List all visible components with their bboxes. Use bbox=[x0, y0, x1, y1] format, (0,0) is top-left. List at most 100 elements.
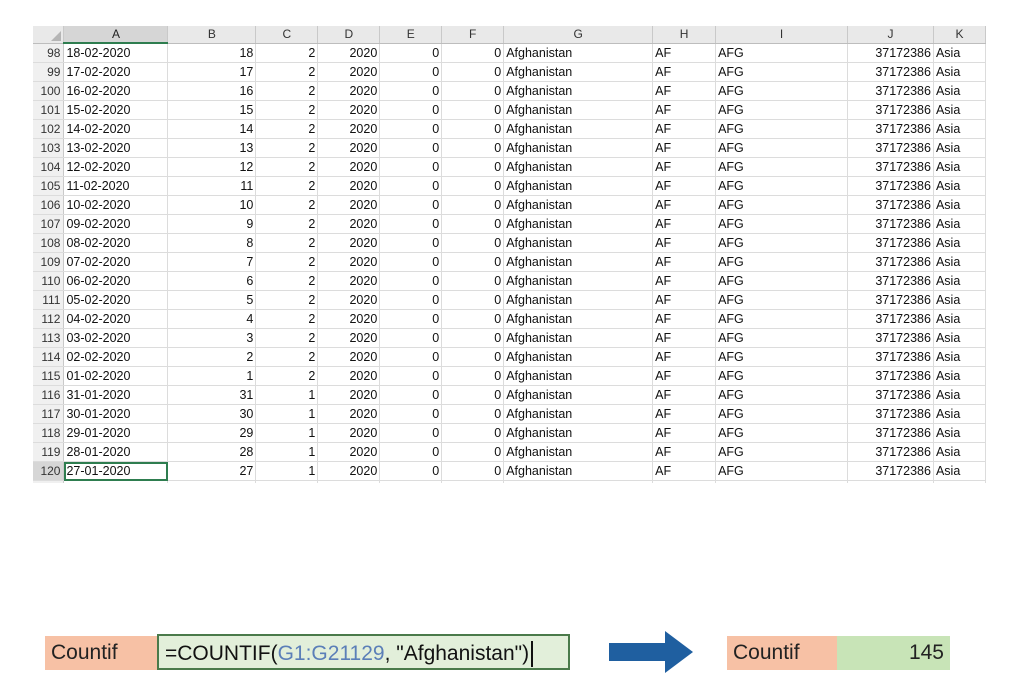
column-header-b[interactable]: B bbox=[167, 26, 257, 44]
cell-cases[interactable]: 0 bbox=[379, 157, 443, 177]
cell-continent[interactable]: Asia bbox=[933, 62, 986, 82]
cell-month[interactable]: 2 bbox=[255, 176, 319, 196]
cell-date[interactable]: 10-02-2020 bbox=[63, 195, 169, 215]
cell-deaths[interactable]: 0 bbox=[441, 138, 505, 158]
cell-date[interactable]: 30-01-2020 bbox=[63, 404, 169, 424]
cell-continent[interactable]: Asia bbox=[933, 43, 986, 63]
cell-country[interactable]: Afghanistan bbox=[503, 252, 654, 272]
cell-date[interactable]: 31-01-2020 bbox=[63, 385, 169, 405]
cell-deaths[interactable]: 0 bbox=[441, 423, 505, 443]
cell-day[interactable]: 26 bbox=[167, 480, 257, 483]
cell-country[interactable]: Afghanistan bbox=[503, 157, 654, 177]
cell-country-code[interactable]: AFG bbox=[715, 328, 848, 348]
cell-date[interactable]: 28-01-2020 bbox=[63, 442, 169, 462]
row-number[interactable]: 113 bbox=[33, 328, 65, 348]
cell-year[interactable]: 2020 bbox=[317, 347, 381, 367]
cell-country[interactable]: Afghanistan bbox=[503, 233, 654, 253]
cell-continent[interactable]: Asia bbox=[933, 195, 986, 215]
cell-population[interactable]: 37172386 bbox=[847, 100, 934, 120]
cell-month[interactable]: 2 bbox=[255, 43, 319, 63]
cell-day[interactable]: 31 bbox=[167, 385, 257, 405]
cell-deaths[interactable]: 0 bbox=[441, 271, 505, 291]
cell-cases[interactable]: 0 bbox=[379, 461, 443, 481]
cell-continent[interactable]: Asia bbox=[933, 252, 986, 272]
column-header-d[interactable]: D bbox=[317, 26, 381, 44]
row-number[interactable]: 106 bbox=[33, 195, 65, 215]
cell-country-code[interactable]: AFG bbox=[715, 62, 848, 82]
cell-continent[interactable]: Asia bbox=[933, 480, 986, 483]
cell-geo-id[interactable]: AF bbox=[652, 233, 717, 253]
cell-geo-id[interactable]: AF bbox=[652, 442, 717, 462]
cell-country-code[interactable]: AFG bbox=[715, 271, 848, 291]
cell-geo-id[interactable]: AF bbox=[652, 480, 717, 483]
row-number[interactable]: 98 bbox=[33, 43, 65, 63]
cell-month[interactable]: 2 bbox=[255, 119, 319, 139]
cell-geo-id[interactable]: AF bbox=[652, 100, 717, 120]
row-number[interactable]: 102 bbox=[33, 119, 65, 139]
cell-continent[interactable]: Asia bbox=[933, 233, 986, 253]
cell-deaths[interactable]: 0 bbox=[441, 461, 505, 481]
cell-date[interactable]: 27-01-2020 bbox=[63, 461, 169, 481]
cell-geo-id[interactable]: AF bbox=[652, 252, 717, 272]
cell-country-code[interactable]: AFG bbox=[715, 366, 848, 386]
row-number[interactable]: 107 bbox=[33, 214, 65, 234]
cell-country[interactable]: Afghanistan bbox=[503, 100, 654, 120]
cell-cases[interactable]: 0 bbox=[379, 43, 443, 63]
cell-population[interactable]: 37172386 bbox=[847, 461, 934, 481]
row-number[interactable]: 114 bbox=[33, 347, 65, 367]
cell-day[interactable]: 17 bbox=[167, 62, 257, 82]
cell-day[interactable]: 8 bbox=[167, 233, 257, 253]
cell-cases[interactable]: 0 bbox=[379, 62, 443, 82]
cell-continent[interactable]: Asia bbox=[933, 347, 986, 367]
cell-country[interactable]: Afghanistan bbox=[503, 43, 654, 63]
cell-deaths[interactable]: 0 bbox=[441, 81, 505, 101]
cell-day[interactable]: 15 bbox=[167, 100, 257, 120]
cell-year[interactable]: 2020 bbox=[317, 328, 381, 348]
cell-date[interactable]: 16-02-2020 bbox=[63, 81, 169, 101]
cell-geo-id[interactable]: AF bbox=[652, 404, 717, 424]
cell-date[interactable]: 09-02-2020 bbox=[63, 214, 169, 234]
row-number[interactable]: 112 bbox=[33, 309, 65, 329]
cell-deaths[interactable]: 0 bbox=[441, 214, 505, 234]
cell-deaths[interactable]: 0 bbox=[441, 233, 505, 253]
cell-date[interactable]: 02-02-2020 bbox=[63, 347, 169, 367]
cell-geo-id[interactable]: AF bbox=[652, 195, 717, 215]
cell-population[interactable]: 37172386 bbox=[847, 404, 934, 424]
cell-date[interactable]: 08-02-2020 bbox=[63, 233, 169, 253]
cell-country[interactable]: Afghanistan bbox=[503, 328, 654, 348]
cell-day[interactable]: 13 bbox=[167, 138, 257, 158]
cell-population[interactable]: 37172386 bbox=[847, 366, 934, 386]
cell-country-code[interactable]: AFG bbox=[715, 385, 848, 405]
cell-continent[interactable]: Asia bbox=[933, 442, 986, 462]
cell-year[interactable]: 2020 bbox=[317, 233, 381, 253]
row-number[interactable]: 108 bbox=[33, 233, 65, 253]
cell-month[interactable]: 1 bbox=[255, 480, 319, 483]
row-number[interactable]: 109 bbox=[33, 252, 65, 272]
cell-year[interactable]: 2020 bbox=[317, 461, 381, 481]
cell-cases[interactable]: 0 bbox=[379, 404, 443, 424]
cell-cases[interactable]: 0 bbox=[379, 385, 443, 405]
cell-deaths[interactable]: 0 bbox=[441, 195, 505, 215]
cell-population[interactable]: 37172386 bbox=[847, 271, 934, 291]
cell-date[interactable]: 04-02-2020 bbox=[63, 309, 169, 329]
cell-country[interactable]: Afghanistan bbox=[503, 271, 654, 291]
cell-continent[interactable]: Asia bbox=[933, 366, 986, 386]
cell-cases[interactable]: 0 bbox=[379, 309, 443, 329]
cell-deaths[interactable]: 0 bbox=[441, 290, 505, 310]
cell-date[interactable]: 03-02-2020 bbox=[63, 328, 169, 348]
cell-population[interactable]: 37172386 bbox=[847, 233, 934, 253]
cell-country[interactable]: Afghanistan bbox=[503, 442, 654, 462]
cell-deaths[interactable]: 0 bbox=[441, 442, 505, 462]
cell-day[interactable]: 27 bbox=[167, 461, 257, 481]
cell-continent[interactable]: Asia bbox=[933, 100, 986, 120]
cell-day[interactable]: 16 bbox=[167, 81, 257, 101]
column-header-a[interactable]: A bbox=[63, 26, 169, 44]
cell-year[interactable]: 2020 bbox=[317, 385, 381, 405]
cell-population[interactable]: 37172386 bbox=[847, 385, 934, 405]
cell-year[interactable]: 2020 bbox=[317, 214, 381, 234]
row-number[interactable]: 118 bbox=[33, 423, 65, 443]
cell-day[interactable]: 7 bbox=[167, 252, 257, 272]
cell-date[interactable]: 11-02-2020 bbox=[63, 176, 169, 196]
cell-cases[interactable]: 0 bbox=[379, 214, 443, 234]
cell-geo-id[interactable]: AF bbox=[652, 43, 717, 63]
